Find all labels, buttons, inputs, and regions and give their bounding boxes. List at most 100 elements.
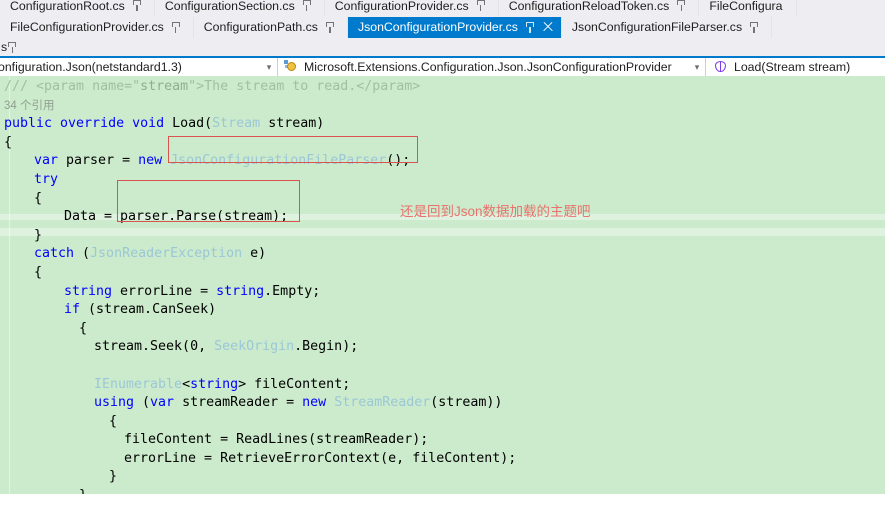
editor-tab-label: JsonConfigurationProvider.cs [357,20,518,34]
tab-row-upper: ConfigurationRoot.cs ConfigurationSection… [0,0,885,16]
code-token: { [79,320,88,336]
pin-icon[interactable] [171,21,182,34]
pin-icon[interactable] [132,0,143,12]
code-token: string [64,283,113,299]
code-token: { [4,134,13,150]
code-token: Data = parser.Parse(stream); [64,209,289,225]
pin-icon[interactable] [525,21,536,34]
code-token: using [94,395,135,411]
code-token: { [109,413,118,429]
code-editor[interactable]: /// <param name="stream">The stream to r… [0,76,885,494]
code-token: Load( [172,116,213,132]
code-line: { [0,320,885,339]
code-token: } [109,469,118,485]
code-token: stream.Seek(0, [94,339,215,355]
editor-tab[interactable]: FileConfigurationProvider.cs [0,16,194,38]
editor-tab-label: ConfigurationReloadToken.cs [508,0,670,13]
code-line: IEnumerable<string> fileContent; [0,376,885,395]
navbar-member-dropdown[interactable]: Load(Stream stream) [706,58,885,76]
code-token: } [79,488,87,494]
code-token: <param name=" [36,79,141,94]
chevron-down-icon[interactable]: ▾ [263,62,275,72]
code-token: JsonConfigurationFileParser [170,153,387,169]
code-text[interactable]: /// <param name="stream">The stream to r… [0,76,885,494]
code-line: /// <param name="stream">The stream to r… [0,78,885,97]
code-token: streamReader = [174,395,303,411]
tab-well: ConfigurationRoot.cs ConfigurationSection… [0,0,885,56]
code-token: fileContent = ReadLines(streamReader); [124,432,429,448]
navigation-bar: onfiguration.Json(netstandard1.3) ▾ Micr… [0,56,885,76]
editor-tab-label: ConfigurationSection.cs [164,0,295,13]
code-line: errorLine = RetrieveErrorContext(e, file… [0,450,885,469]
code-token: Stream [212,116,261,132]
pin-icon[interactable] [7,41,18,54]
code-token: { [34,264,43,280]
pin-icon[interactable] [676,0,687,12]
chevron-down-icon[interactable]: ▾ [691,62,703,72]
editor-tab[interactable]: JsonConfigurationFileParser.cs [561,16,773,38]
editor-tab-label: FileConfigura [709,0,783,13]
code-token: (); [386,153,411,169]
code-token: JsonReaderException [90,246,243,262]
code-token: new [302,395,327,411]
editor-tab-label: JsonConfigurationFileParser.cs [571,20,743,34]
code-line: { [0,264,885,283]
editor-tab[interactable]: ConfigurationSection.cs [154,0,325,16]
code-token: SeekOrigin [214,339,295,355]
code-token: /// [4,79,37,94]
code-token: StreamReader [334,395,431,411]
code-token: parser = [58,153,139,169]
editor-tab[interactable]: ConfigurationPath.cs [193,16,348,38]
codelens-reference-count[interactable]: 34 个引用 [4,100,55,112]
code-token: e) [242,246,267,262]
method-icon [713,60,728,74]
tab-overflow-stub[interactable]: s [0,40,22,54]
code-token: ">The stream to read.</param> [188,79,421,94]
code-token: .Empty; [264,283,321,299]
navbar-project-label: onfiguration.Json(netstandard1.3) [0,60,182,74]
code-line: var parser = new JsonConfigurationFilePa… [0,152,885,171]
editor-tab[interactable]: FileConfigura [699,0,798,16]
class-icon [284,60,299,74]
code-line: public override void Load(Stream stream) [0,115,885,134]
code-token: > fileContent; [238,376,351,392]
code-line: } [0,487,885,494]
code-line: using (var streamReader = new StreamRead… [0,394,885,413]
code-token: var [150,395,175,411]
close-icon[interactable] [542,21,554,33]
pin-icon[interactable] [476,0,487,12]
code-line: { [0,134,885,153]
code-token: stream) [260,116,325,132]
code-line: string errorLine = string.Empty; [0,283,885,302]
code-token: catch [34,246,75,262]
editor-tab[interactable]: ConfigurationProvider.cs [324,0,499,16]
pin-icon[interactable] [749,21,760,34]
code-token: string [190,376,239,392]
code-token: (stream)) [430,395,503,411]
code-token: public override void [4,116,173,132]
editor-tab-active[interactable]: JsonConfigurationProvider.cs [347,16,562,38]
code-token: < [182,376,191,392]
code-token: } [34,227,43,243]
code-line: try [0,171,885,190]
pin-icon[interactable] [302,0,313,12]
code-line: 34 个引用 [0,97,885,116]
code-token: ( [134,395,151,411]
code-token: { [34,190,43,206]
editor-tab[interactable]: ConfigurationReloadToken.cs [498,0,700,16]
code-token: var [34,153,59,169]
code-token: errorLine = [112,283,217,299]
navbar-project-dropdown[interactable]: onfiguration.Json(netstandard1.3) ▾ [0,58,278,76]
navbar-type-label: Microsoft.Extensions.Configuration.Json.… [304,60,672,74]
code-token: string [216,283,265,299]
code-line: } [0,227,885,246]
navbar-type-dropdown[interactable]: Microsoft.Extensions.Configuration.Json.… [278,58,706,76]
code-line: catch (JsonReaderException e) [0,245,885,264]
tab-row-lower: FileConfigurationProvider.cs Configuratio… [0,16,885,38]
code-line: } [0,468,885,487]
pin-icon[interactable] [325,21,336,34]
editor-tab-label: ConfigurationProvider.cs [334,0,469,13]
editor-tab[interactable]: ConfigurationRoot.cs [0,0,155,16]
code-token: IEnumerable [94,376,183,392]
